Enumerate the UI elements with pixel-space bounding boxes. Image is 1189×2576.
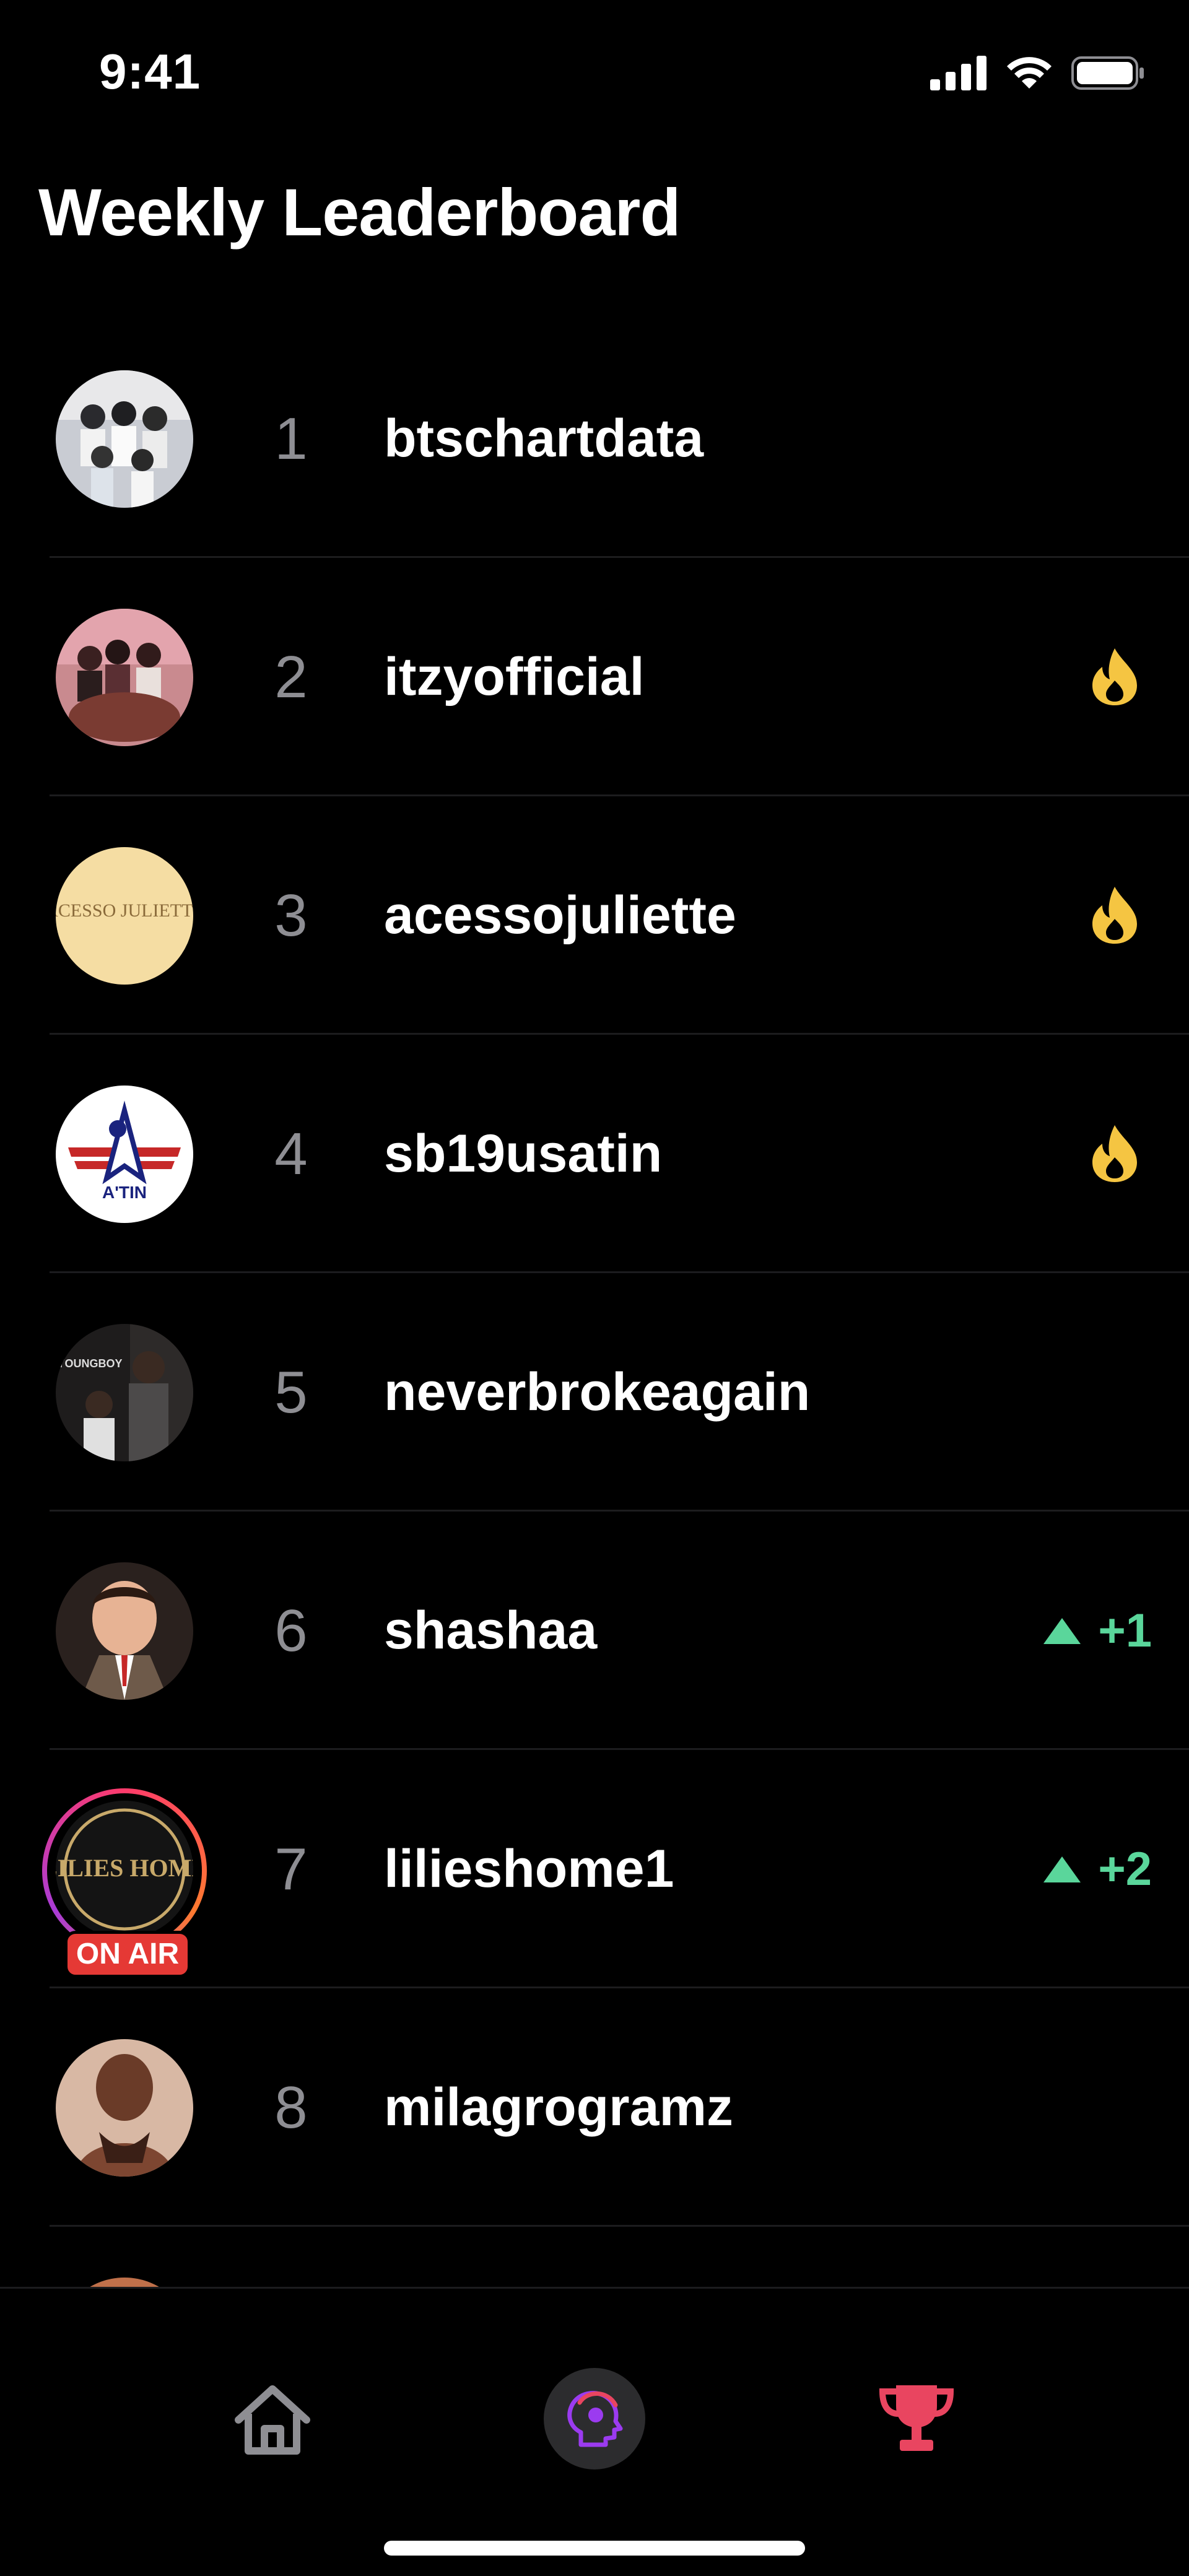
username: btschartdata xyxy=(384,409,704,468)
rank-up-icon xyxy=(1043,1856,1081,1882)
cellular-signal-icon xyxy=(930,56,986,90)
avatar[interactable] xyxy=(56,2039,193,2177)
rank-number: 3 xyxy=(274,882,308,949)
tab-bar xyxy=(0,2287,1189,2576)
avatar[interactable]: LILIES HOME xyxy=(56,1801,193,1938)
svg-text:ACESSO JULIETTE: ACESSO JULIETTE xyxy=(56,900,193,921)
wifi-icon xyxy=(1007,57,1052,89)
fire-icon xyxy=(1092,1125,1137,1182)
svg-text:YOUNGBOY: YOUNGBOY xyxy=(57,1357,122,1370)
tab-leaderboard[interactable] xyxy=(855,2357,978,2481)
home-icon xyxy=(235,2385,310,2455)
leaderboard-row[interactable]: 2 itzyofficial xyxy=(0,558,1189,796)
svg-text:A'TIN: A'TIN xyxy=(102,1183,147,1202)
tab-home[interactable] xyxy=(211,2357,334,2481)
avatar[interactable]: YOUNGBOY xyxy=(56,1324,193,1461)
live-badge: ON AIR xyxy=(64,1931,191,1978)
rank-number: 2 xyxy=(274,644,308,710)
leaderboard-row[interactable]: 6 shashaa +1 xyxy=(0,1512,1189,1750)
rank-change-value: +2 xyxy=(1098,1843,1152,1895)
avatar[interactable] xyxy=(56,1562,193,1700)
username: itzyofficial xyxy=(384,647,645,707)
rank-number: 8 xyxy=(274,2074,308,2141)
svg-text:LILIES HOME: LILIES HOME xyxy=(56,1854,193,1882)
rank-number: 5 xyxy=(274,1359,308,1425)
rank-up-icon xyxy=(1043,1617,1081,1644)
leaderboard-row[interactable]: 1 btschartdata xyxy=(0,320,1189,558)
username: milagrogramz xyxy=(384,2078,733,2137)
leaderboard-row[interactable]: ACESSO JULIETTE 3 acessojuliette xyxy=(0,796,1189,1035)
rank-change: +1 xyxy=(1043,1512,1152,1750)
page-title: Weekly Leaderboard xyxy=(38,175,681,250)
listening-head-icon xyxy=(544,2368,645,2469)
rank-number: 4 xyxy=(274,1121,308,1187)
status-icons xyxy=(930,54,1146,92)
home-indicator xyxy=(384,2541,805,2556)
username: lilieshome1 xyxy=(384,1839,674,1899)
rank-change-value: +1 xyxy=(1098,1604,1152,1657)
leaderboard-row[interactable]: 8 milagrogramz xyxy=(0,1988,1189,2227)
avatar[interactable]: ACESSO JULIETTE xyxy=(56,847,193,985)
rank-number: 6 xyxy=(274,1598,308,1664)
username: sb19usatin xyxy=(384,1124,663,1183)
leaderboard-row[interactable]: LILIES HOME ON AIR 7 lilieshome1 +2 xyxy=(0,1750,1189,1988)
avatar[interactable] xyxy=(56,609,193,746)
rank-number: 1 xyxy=(274,406,308,472)
avatar[interactable] xyxy=(56,370,193,508)
battery-icon xyxy=(1071,56,1144,90)
username: neverbrokeagain xyxy=(384,1362,811,1422)
rank-change: +2 xyxy=(1043,1750,1152,1988)
leaderboard-row[interactable]: A'TIN 4 sb19usatin xyxy=(0,1035,1189,1273)
tab-listen[interactable] xyxy=(533,2357,656,2481)
leaderboard-row[interactable]: YOUNGBOY 5 neverbrokeagain xyxy=(0,1273,1189,1512)
username: acessojuliette xyxy=(384,886,736,945)
avatar[interactable]: A'TIN xyxy=(56,1086,193,1223)
fire-icon xyxy=(1092,648,1137,705)
status-time: 9:41 xyxy=(99,44,201,99)
username: shashaa xyxy=(384,1601,598,1660)
status-bar: 9:41 xyxy=(0,0,1189,136)
trophy-icon xyxy=(879,2385,954,2451)
rank-number: 7 xyxy=(274,1836,308,1902)
leaderboard-list: 1 btschartdata 2 itzyofficial CESSO JULI… xyxy=(0,320,1189,2465)
fire-icon xyxy=(1092,887,1137,944)
